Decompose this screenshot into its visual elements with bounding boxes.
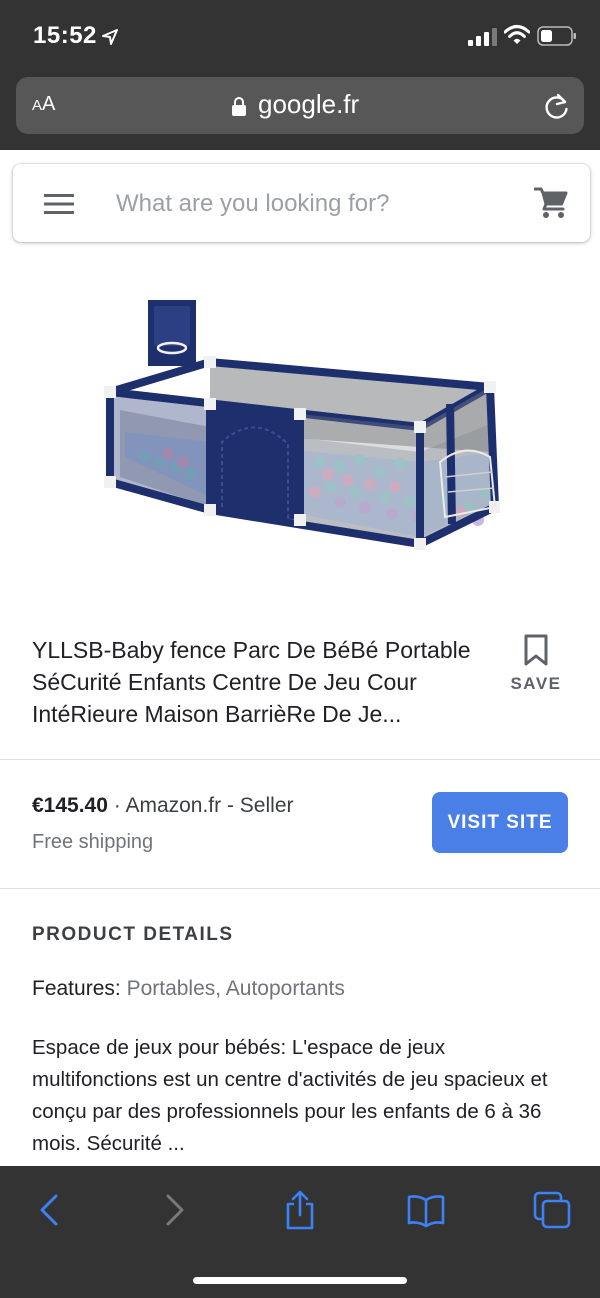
reload-icon[interactable] — [544, 92, 570, 120]
divider — [0, 759, 600, 760]
share-icon[interactable] — [280, 1190, 320, 1230]
bookmarks-icon[interactable] — [406, 1190, 446, 1230]
seller-name: Amazon.fr - Seller — [125, 794, 294, 817]
product-image[interactable] — [100, 292, 500, 572]
save-button[interactable]: SAVE — [508, 634, 564, 700]
home-indicator[interactable] — [193, 1277, 407, 1284]
location-arrow-icon — [102, 29, 118, 45]
text-size-button[interactable]: AA — [32, 93, 55, 116]
lock-icon — [232, 97, 246, 116]
features-label: Features: — [32, 977, 121, 1000]
battery-icon — [537, 26, 576, 46]
product-title[interactable]: YLLSB-Baby fence Parc De BéBé Portable S… — [32, 634, 502, 730]
product-details-heading: PRODUCT DETAILS — [32, 924, 234, 945]
features-value: Portables, Autoportants — [126, 977, 345, 1000]
bookmark-icon — [524, 634, 548, 666]
status-bar: 15:52 — [0, 0, 600, 72]
url-text[interactable]: google.fr — [258, 89, 359, 120]
price-seller-row: €145.40 · Amazon.fr - Seller — [32, 794, 294, 818]
features-row: Features: Portables, Autoportants — [32, 977, 345, 1001]
shipping-info: Free shipping — [32, 831, 154, 853]
wifi-icon — [504, 25, 530, 44]
search-input[interactable] — [116, 186, 516, 222]
cellular-signal-icon — [468, 28, 497, 46]
price: €145.40 — [32, 794, 108, 817]
product-description: Espace de jeux pour bébés: L'espace de j… — [32, 1036, 548, 1155]
back-icon[interactable] — [30, 1190, 70, 1230]
seller-separator: · — [107, 794, 126, 817]
cart-icon[interactable] — [534, 186, 568, 220]
visit-site-button[interactable]: VISIT SITE — [432, 792, 568, 853]
tabs-icon[interactable] — [532, 1190, 572, 1230]
menu-icon[interactable] — [44, 193, 74, 215]
status-time: 15:52 — [33, 22, 97, 49]
divider — [0, 888, 600, 889]
forward-icon[interactable] — [154, 1190, 194, 1230]
save-label: SAVE — [510, 674, 562, 693]
